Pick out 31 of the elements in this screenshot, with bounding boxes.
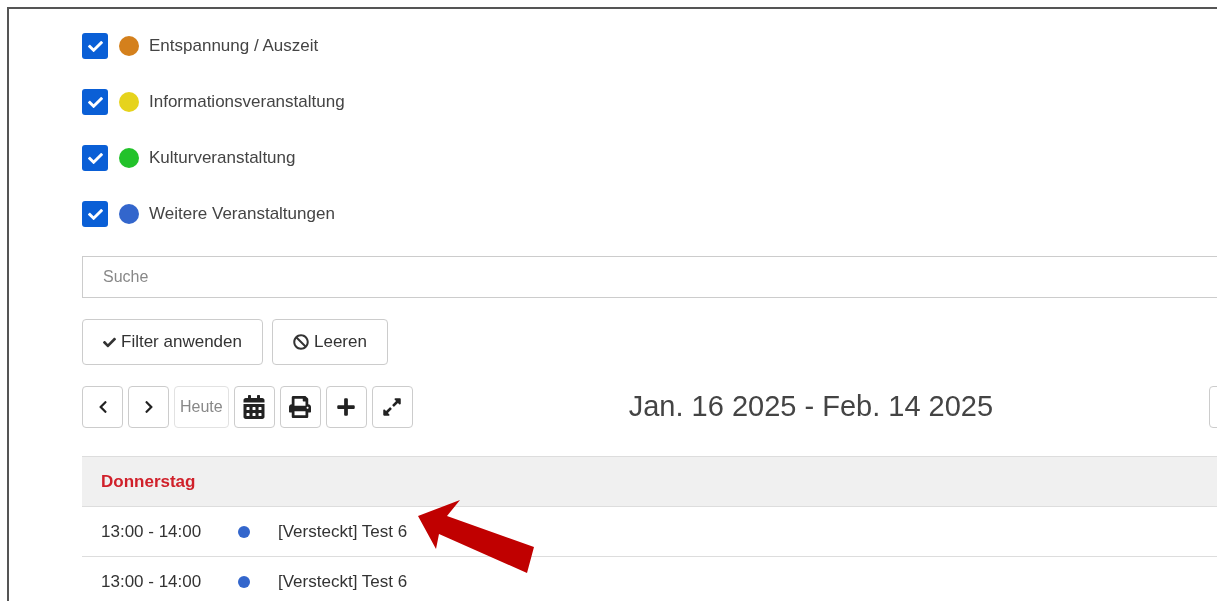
check-icon bbox=[103, 335, 116, 349]
event-title[interactable]: [Versteckt] Test 6 bbox=[278, 518, 408, 545]
event-time: 13:00 - 14:00 bbox=[101, 520, 203, 543]
print-button[interactable] bbox=[279, 386, 321, 428]
category-label: Entspannung / Auszeit bbox=[149, 35, 319, 58]
check-icon bbox=[87, 94, 103, 110]
check-icon bbox=[87, 206, 103, 222]
category-label: Weitere Veranstaltungen bbox=[149, 203, 335, 226]
calendar-icon bbox=[243, 395, 266, 419]
plus-icon bbox=[336, 397, 357, 417]
day-label: Donnerstag bbox=[101, 470, 196, 493]
search-field[interactable]: Suche bbox=[82, 256, 1217, 298]
category-label: Informationsveranstaltung bbox=[149, 91, 345, 114]
event-title[interactable]: [Versteckt] Test 6 bbox=[278, 568, 408, 595]
checkbox[interactable] bbox=[82, 33, 108, 59]
printer-icon bbox=[288, 396, 313, 418]
category-label: Kulturveranstaltung bbox=[149, 147, 296, 170]
ban-icon bbox=[292, 334, 309, 350]
checkbox[interactable] bbox=[82, 89, 108, 115]
date-range-title: Jan. 16 2025 - Feb. 14 2025 bbox=[628, 389, 994, 425]
check-icon bbox=[87, 150, 103, 166]
event-time: 13:00 - 14:00 bbox=[101, 570, 203, 593]
checkbox[interactable] bbox=[82, 201, 108, 227]
add-button[interactable] bbox=[325, 386, 367, 428]
check-icon bbox=[87, 38, 103, 54]
calendar-button[interactable] bbox=[233, 386, 275, 428]
checkbox[interactable] bbox=[82, 145, 108, 171]
fullscreen-button[interactable] bbox=[371, 386, 413, 428]
apply-filter-button[interactable]: Filter anwenden bbox=[82, 319, 263, 365]
expand-icon bbox=[382, 397, 403, 417]
clear-button[interactable]: Leeren bbox=[271, 319, 388, 365]
